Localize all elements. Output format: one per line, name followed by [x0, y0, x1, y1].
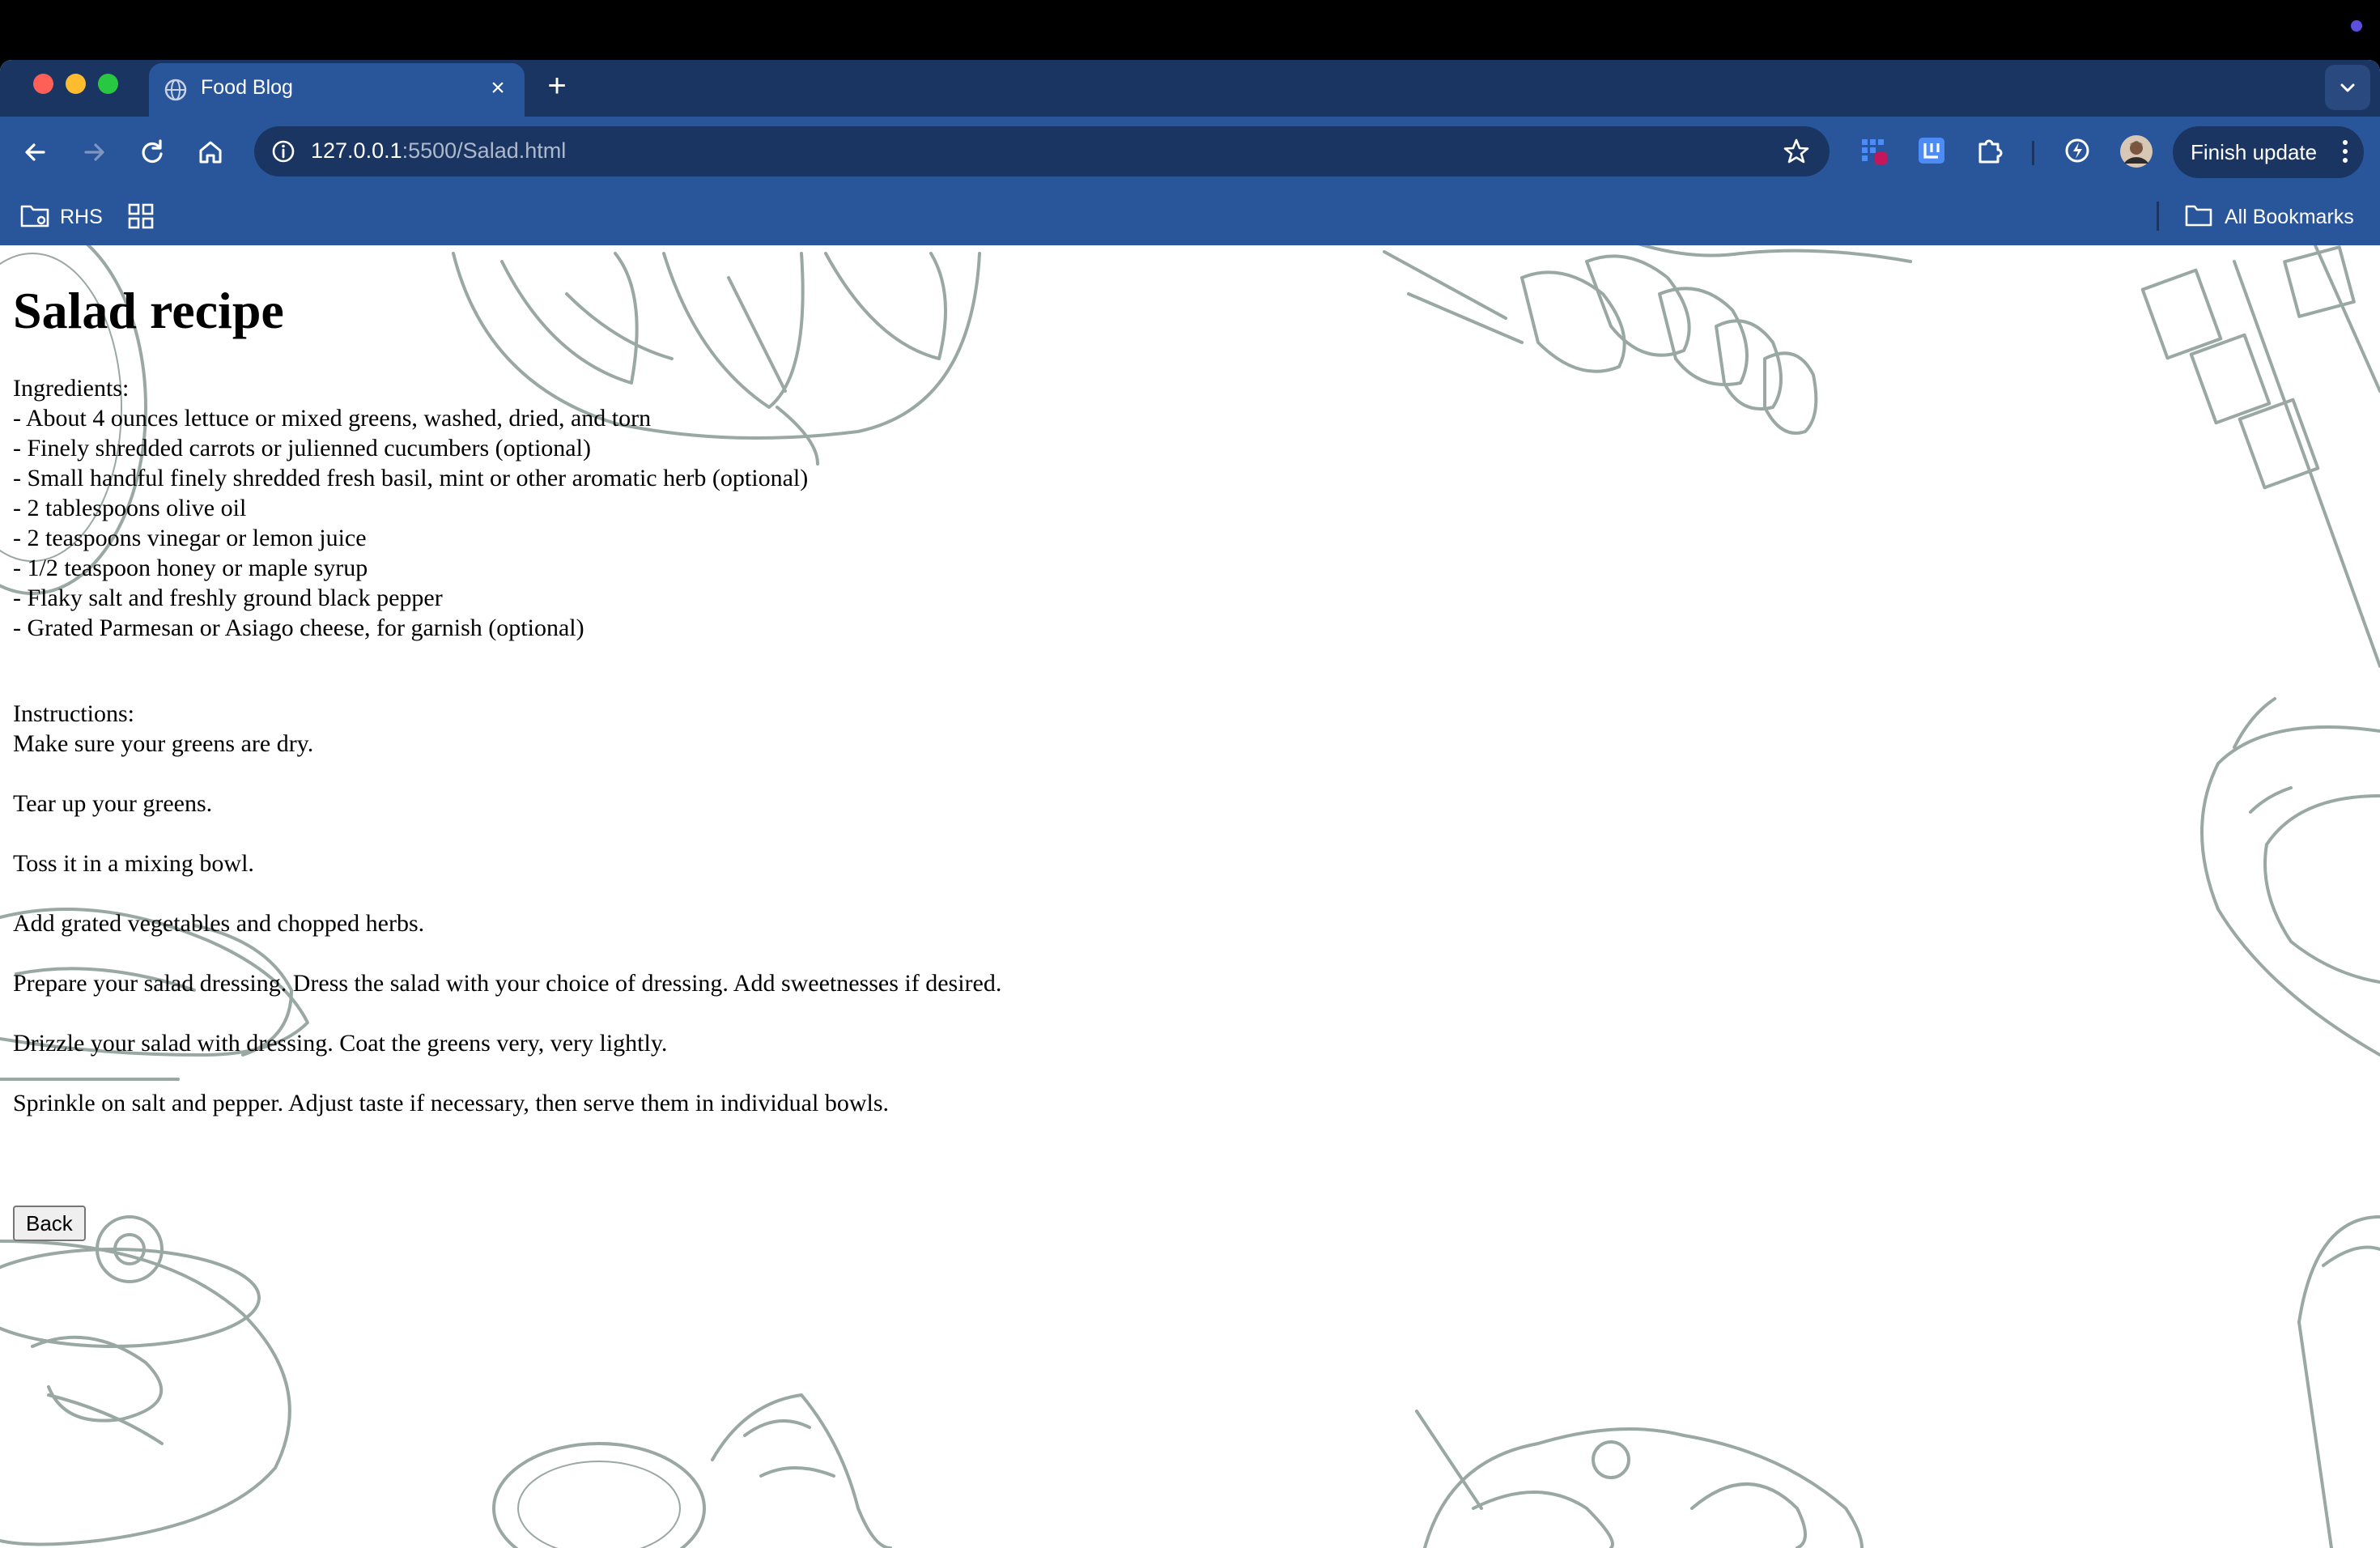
url-path: :5500/Salad.html — [402, 138, 567, 163]
extensions-puzzle-icon[interactable] — [1974, 134, 2006, 167]
all-bookmarks-label: All Bookmarks — [2225, 206, 2354, 228]
minimize-window-button[interactable] — [66, 74, 86, 94]
ingredient-item: - Finely shredded carrots or julienned c… — [13, 435, 591, 461]
ingredient-item: - About 4 ounces lettuce or mixed greens… — [13, 405, 652, 432]
instructions-heading: Instructions: — [13, 700, 134, 727]
ingredient-item: - 1/2 teaspoon honey or maple syrup — [13, 555, 368, 581]
apps-grid-icon[interactable] — [126, 202, 155, 231]
site-info-icon[interactable] — [269, 137, 298, 166]
tab-title: Food Blog — [201, 76, 293, 99]
maximize-window-button[interactable] — [98, 74, 118, 94]
status-dot-icon — [2351, 20, 2362, 32]
ingredient-item: - 2 teaspoons vinegar or lemon juice — [13, 525, 367, 551]
more-options-icon — [2343, 140, 2348, 163]
bookmark-star-icon[interactable] — [1781, 136, 1812, 167]
ingredient-item: - Flaky salt and freshly ground black pe… — [13, 585, 443, 611]
globe-icon — [164, 78, 188, 102]
home-icon[interactable] — [194, 136, 227, 168]
tab-food-blog[interactable]: Food Blog × — [149, 63, 525, 117]
toolbar-divider — [2032, 141, 2034, 165]
page-viewport: Salad recipe Ingredients: - About 4 ounc… — [0, 245, 2380, 1548]
url-text: 127.0.0.1:5500/Salad.html — [311, 138, 566, 164]
extension-grid-icon[interactable] — [1857, 134, 1889, 167]
finish-update-button[interactable]: Finish update — [2173, 126, 2364, 178]
new-tab-button[interactable]: + — [541, 70, 573, 102]
instruction-step: Prepare your salad dressing. Dress the s… — [13, 970, 1002, 997]
tab-close-icon[interactable]: × — [484, 73, 512, 104]
tab-strip: Food Blog × + — [0, 60, 2380, 117]
browser-toolbar: 127.0.0.1:5500/Salad.html Finish update — [0, 117, 2380, 187]
instruction-step: Tear up your greens. — [13, 790, 213, 817]
instruction-step: Sprinkle on salt and pepper. Adjust tast… — [13, 1090, 890, 1116]
profile-avatar[interactable] — [2119, 134, 2153, 168]
instruction-step: Add grated vegetables and chopped herbs. — [13, 910, 425, 937]
reload-icon[interactable] — [136, 136, 168, 168]
tab-search-button[interactable] — [2325, 65, 2370, 110]
close-window-button[interactable] — [33, 74, 53, 94]
bookmarks-bar: RHS All Bookmarks — [0, 187, 2380, 245]
ingredient-item: - Small handful finely shredded fresh ba… — [13, 465, 809, 491]
finish-update-label: Finish update — [2191, 140, 2318, 164]
forward-arrow-icon[interactable] — [78, 136, 110, 168]
folder-gear-icon — [20, 205, 49, 228]
chevron-down-icon — [2340, 83, 2355, 92]
extension-lw-icon[interactable] — [1915, 134, 1948, 167]
ingredient-item: - 2 tablespoons olive oil — [13, 495, 247, 521]
url-host: 127.0.0.1 — [311, 138, 402, 163]
address-bar[interactable]: 127.0.0.1:5500/Salad.html — [254, 126, 1830, 176]
bookmark-folder-label: RHS — [60, 206, 103, 228]
instruction-step: Make sure your greens are dry. — [13, 730, 314, 757]
ingredient-item: - Grated Parmesan or Asiago cheese, for … — [13, 615, 584, 641]
instruction-step: Toss it in a mixing bowl. — [13, 850, 254, 877]
page-title: Salad recipe — [13, 282, 284, 339]
ingredients-heading: Ingredients: — [13, 375, 130, 402]
back-button[interactable]: Back — [13, 1206, 86, 1241]
browser-window: Food Blog × + 127.0.0.1:5500/Salad.html — [0, 60, 2380, 1548]
performance-icon[interactable] — [2061, 134, 2093, 167]
back-arrow-icon[interactable] — [19, 136, 52, 168]
macos-menubar — [0, 0, 2380, 60]
instruction-step: Drizzle your salad with dressing. Coat t… — [13, 1030, 668, 1057]
folder-icon — [2185, 205, 2212, 227]
bookmarks-divider — [2157, 202, 2159, 231]
